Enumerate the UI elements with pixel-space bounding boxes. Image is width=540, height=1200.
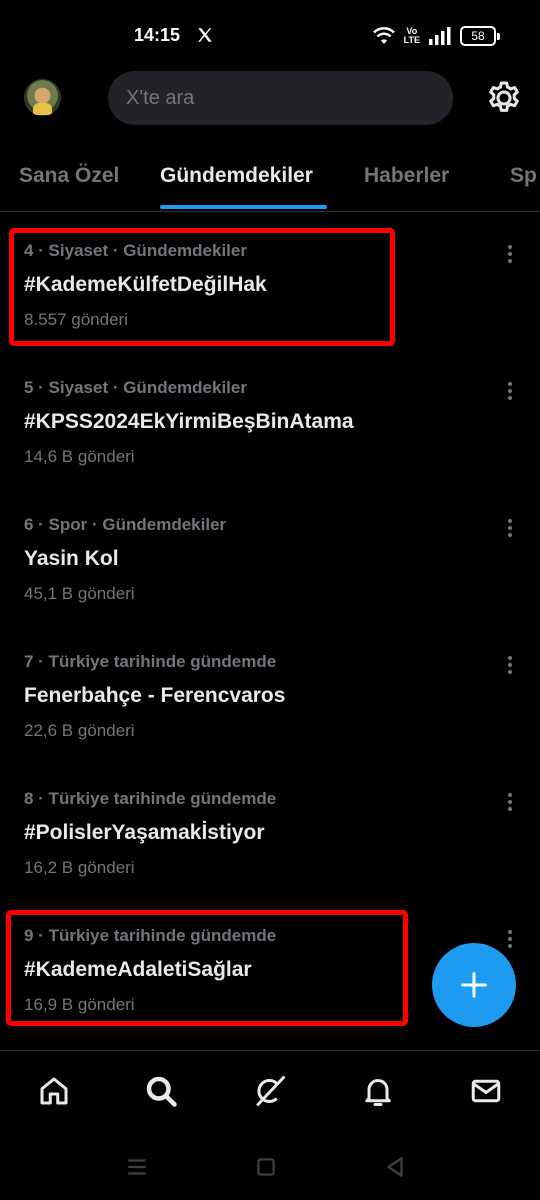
trend-item[interactable]: 4 · Siyaset · Gündemdekiler #KademeKülfe… xyxy=(0,228,540,365)
active-tab-indicator xyxy=(160,205,327,209)
nav-notifications[interactable] xyxy=(358,1071,398,1111)
nav-home[interactable] xyxy=(34,1071,74,1111)
bottom-nav xyxy=(0,1050,540,1134)
grok-icon xyxy=(256,1076,285,1106)
more-vertical-icon[interactable] xyxy=(498,790,522,814)
search-icon xyxy=(146,1076,177,1107)
wifi-icon xyxy=(372,27,395,44)
search-placeholder: X'te ara xyxy=(126,86,195,109)
x-logo-icon xyxy=(198,28,212,42)
more-vertical-icon[interactable] xyxy=(498,516,522,540)
tab-bar: Sana Özel Gündemdekiler Haberler Sp xyxy=(0,152,540,212)
trend-item[interactable]: 5 · Siyaset · Gündemdekiler #KPSS2024EkY… xyxy=(0,365,540,502)
status-bar: 14:15 Vo LTE 58 xyxy=(0,0,540,70)
bell-icon xyxy=(365,1079,391,1106)
trend-count: 16,2 B gönderi xyxy=(24,858,135,877)
trend-meta: 8 · Türkiye tarihinde gündemde xyxy=(24,789,277,808)
status-time: 14:15 xyxy=(134,25,181,45)
more-vertical-icon[interactable] xyxy=(498,927,522,951)
battery-icon: 58 xyxy=(460,26,500,46)
tab-haberler[interactable]: Haberler xyxy=(364,164,449,188)
more-vertical-icon[interactable] xyxy=(498,379,522,403)
tab-gundemdekiler[interactable]: Gündemdekiler xyxy=(160,164,313,188)
trend-title: #KademeKülfetDeğilHak xyxy=(24,273,267,296)
trend-title: #KademeAdaletiSağlar xyxy=(24,958,252,981)
more-vertical-icon[interactable] xyxy=(498,242,522,266)
trend-meta: 7 · Türkiye tarihinde gündemde xyxy=(24,652,277,671)
trend-count: 16,9 B gönderi xyxy=(24,995,135,1014)
trend-count: 22,6 B gönderi xyxy=(24,721,135,740)
trend-count: 8.557 gönderi xyxy=(24,310,128,329)
trend-count: 45,1 B gönderi xyxy=(24,584,135,603)
nav-messages[interactable] xyxy=(466,1071,506,1111)
home-button-icon[interactable] xyxy=(253,1154,279,1180)
trend-item[interactable]: 6 · Spor · Gündemdekiler Yasin Kol 45,1 … xyxy=(0,502,540,639)
mail-icon xyxy=(471,1079,501,1103)
search-input[interactable]: X'te ara xyxy=(108,71,453,125)
recents-icon[interactable] xyxy=(124,1154,150,1180)
trend-count: 14,6 B gönderi xyxy=(24,447,135,466)
nav-explore[interactable] xyxy=(141,1071,181,1111)
gear-icon[interactable] xyxy=(485,79,523,117)
more-vertical-icon[interactable] xyxy=(498,653,522,677)
trend-title: #KPSS2024EkYirmiBeşBinAtama xyxy=(24,410,354,433)
trend-item[interactable]: 7 · Türkiye tarihinde gündemde Fenerbahç… xyxy=(0,639,540,776)
nav-grok[interactable] xyxy=(250,1071,290,1111)
plus-icon xyxy=(461,972,487,998)
signal-icon xyxy=(429,27,451,45)
system-nav-bar xyxy=(0,1134,540,1200)
compose-button[interactable] xyxy=(432,943,516,1027)
tab-spor[interactable]: Sp xyxy=(510,164,537,188)
back-icon[interactable] xyxy=(382,1154,408,1180)
trend-title: Fenerbahçe - Ferencvaros xyxy=(24,684,286,707)
trend-title: #PolislerYaşamakİstiyor xyxy=(24,821,265,844)
battery-level: 58 xyxy=(471,29,485,43)
tab-sana-ozel[interactable]: Sana Özel xyxy=(19,164,119,188)
volte-indicator: Vo LTE xyxy=(403,26,420,45)
trend-title: Yasin Kol xyxy=(24,547,119,570)
trend-meta: 9 · Türkiye tarihinde gündemde xyxy=(24,926,277,945)
trend-meta: 6 · Spor · Gündemdekiler xyxy=(24,515,227,534)
avatar[interactable] xyxy=(24,79,61,116)
home-icon xyxy=(40,1077,68,1105)
trend-meta: 4 · Siyaset · Gündemdekiler xyxy=(24,241,247,260)
trend-meta: 5 · Siyaset · Gündemdekiler xyxy=(24,378,247,397)
trend-item[interactable]: 8 · Türkiye tarihinde gündemde #Polisler… xyxy=(0,776,540,913)
